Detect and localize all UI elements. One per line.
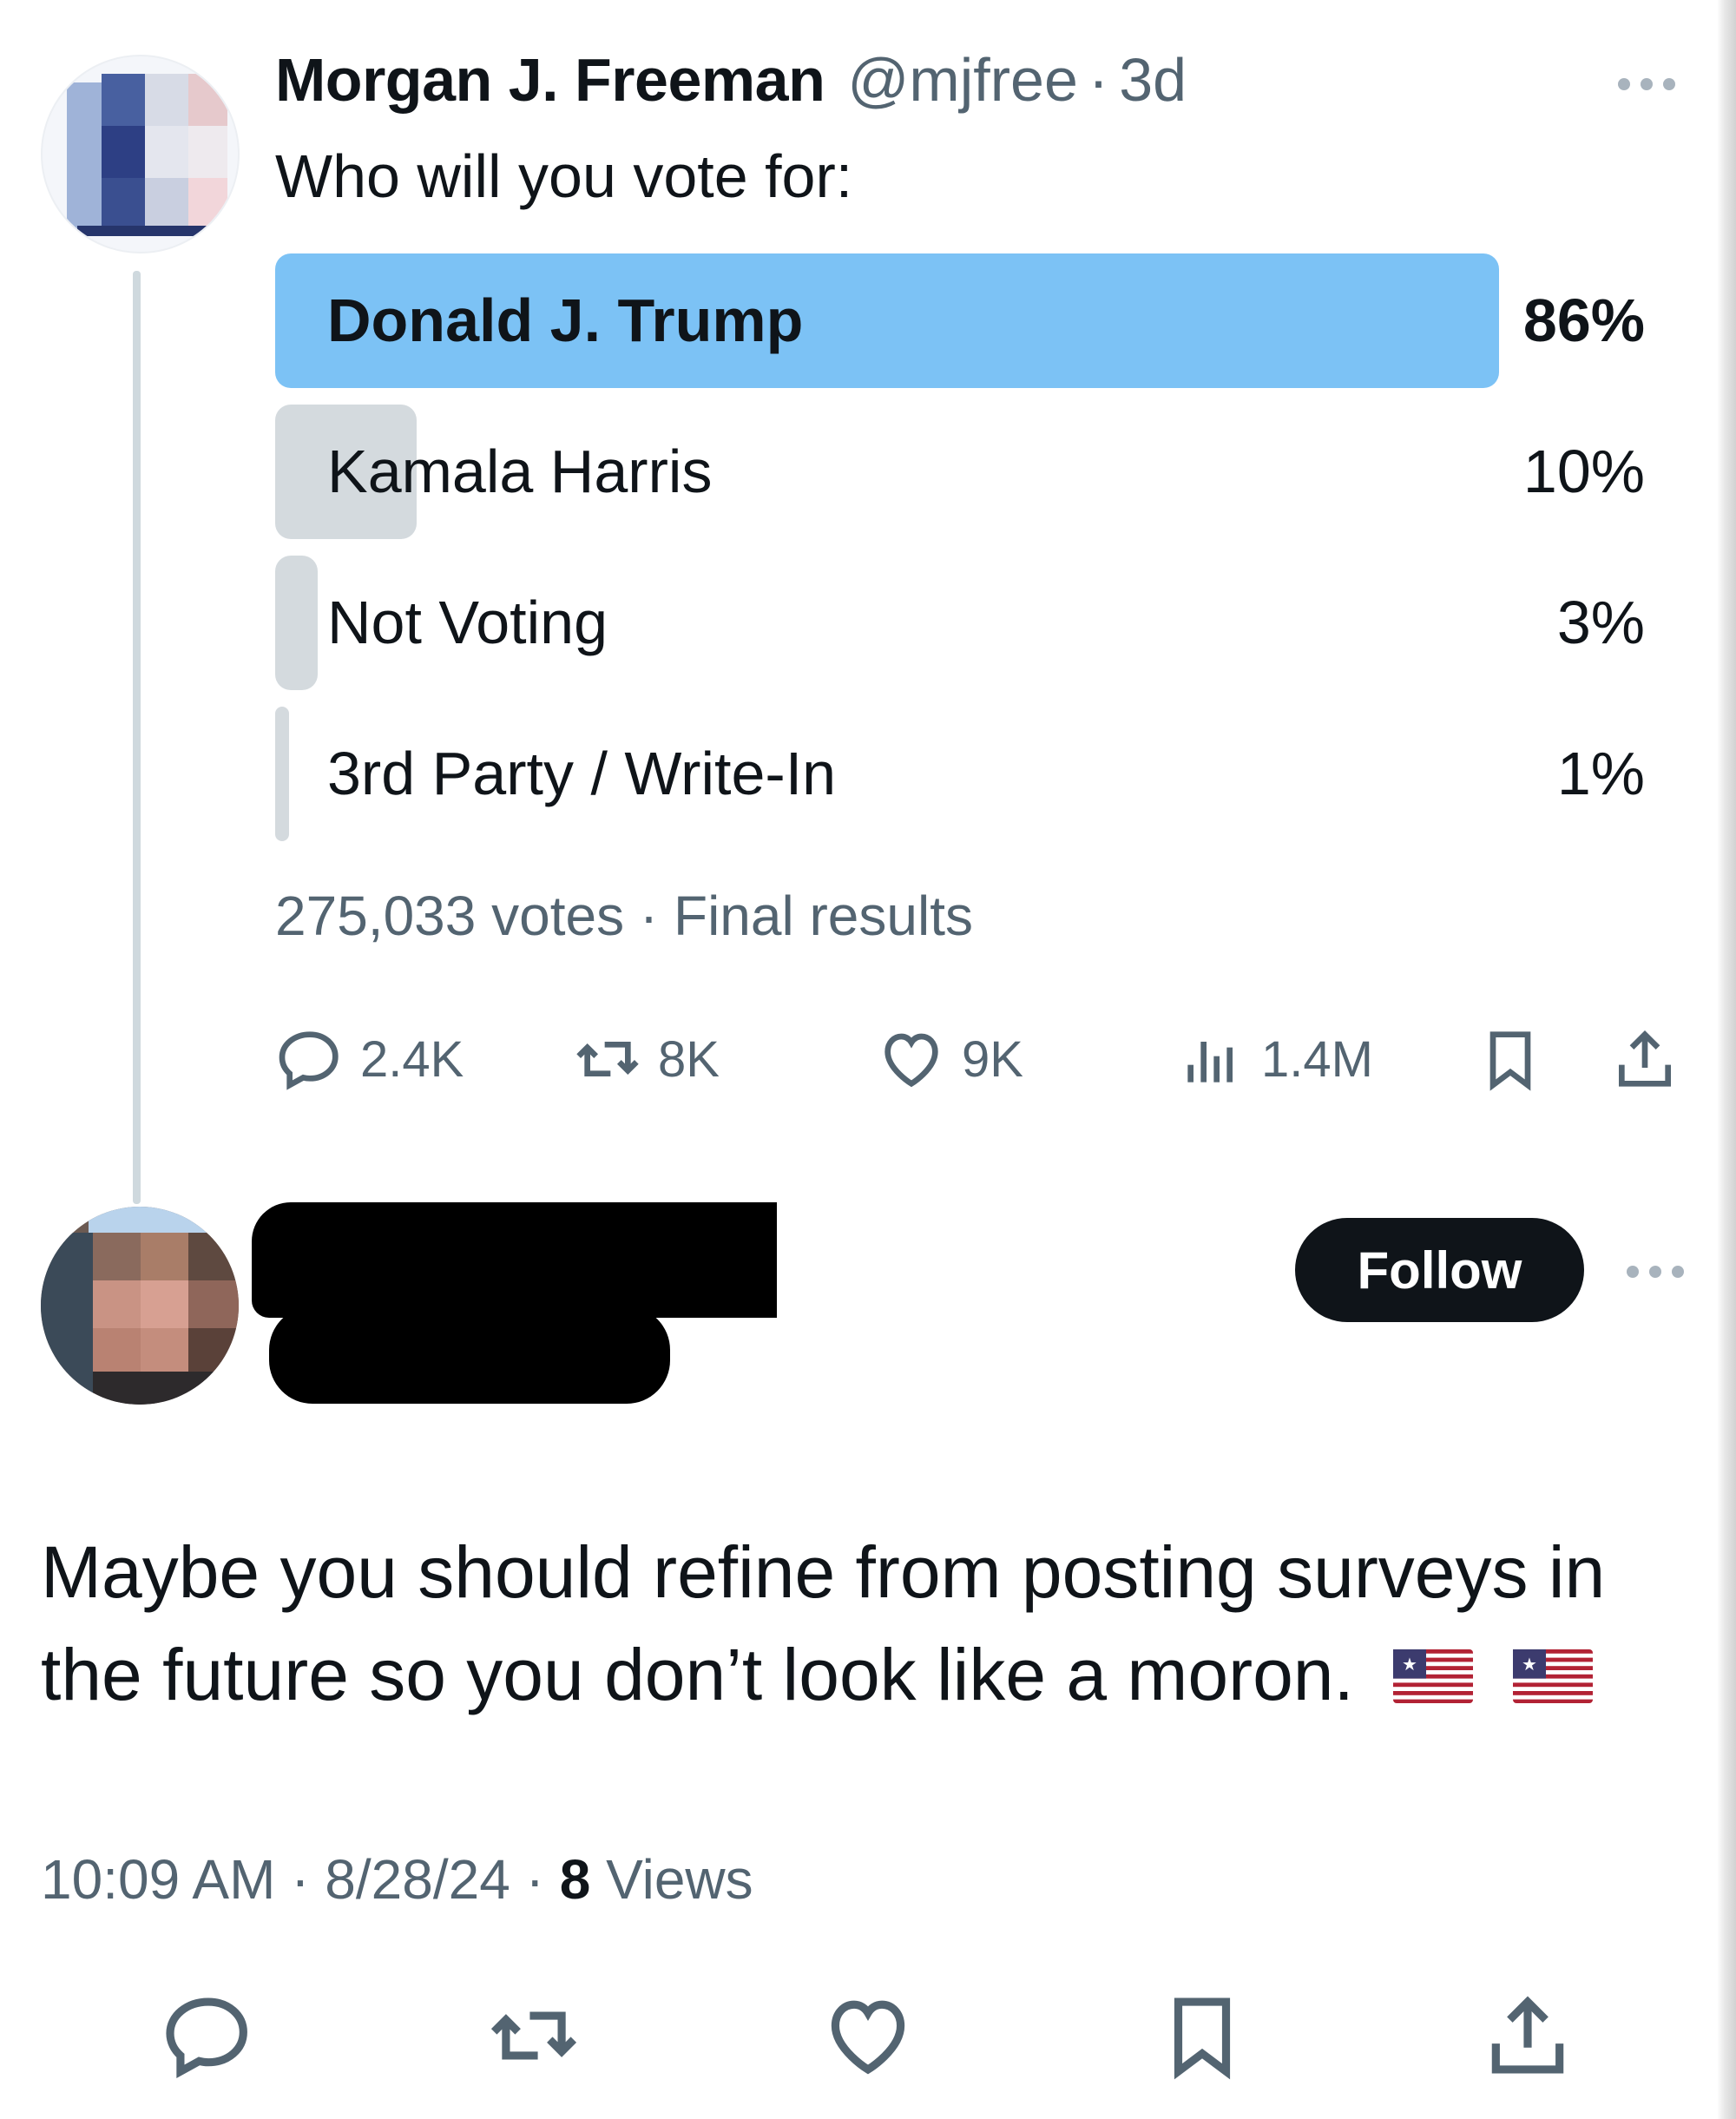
views-action[interactable]: 1.4M (1176, 1020, 1373, 1098)
like-action[interactable]: 9K (877, 1020, 1023, 1098)
repost-icon (490, 2011, 577, 2060)
repost-action[interactable]: 8K (573, 1020, 720, 1098)
reply-icon (166, 1997, 247, 2079)
repost-count: 8K (658, 1030, 720, 1088)
reply-author-avatar[interactable] (41, 1207, 239, 1405)
poll-option-label: Kamala Harris (327, 438, 713, 505)
reply-timestamp-row: 10:09 AM · 8/28/24 · 8 Views (41, 1840, 753, 1918)
bookmark-icon (1489, 1031, 1531, 1091)
reply-text: Maybe you should refine from posting sur… (41, 1521, 1690, 1726)
separator: · (1088, 46, 1109, 114)
poll-option: Not Voting 3% (275, 556, 1645, 690)
poll-summary: 275,033 votes · Final results (275, 877, 973, 955)
poll-option-label: 3rd Party / Write-In (327, 740, 837, 807)
like-count: 9K (962, 1030, 1023, 1088)
redacted-handle (269, 1306, 670, 1404)
svg-text:★: ★ (1522, 1654, 1537, 1675)
share-action[interactable] (1480, 1988, 1575, 2083)
scroll-edge (1717, 0, 1736, 2119)
repost-icon (576, 1042, 639, 1076)
reply-action[interactable] (161, 1988, 256, 2083)
author-avatar[interactable] (41, 55, 240, 253)
view-count: 1.4M (1261, 1030, 1373, 1088)
follow-button[interactable]: Follow (1295, 1218, 1584, 1322)
more-options-icon[interactable] (1614, 63, 1684, 106)
us-flag-emoji: ★ (1393, 1649, 1474, 1703)
poll-bar (275, 707, 289, 841)
reply-date[interactable]: 8/28/24 (325, 1848, 510, 1911)
reply-icon (279, 1031, 339, 1090)
reply-views-count: 8 (559, 1848, 591, 1911)
us-flag-emoji: ★ (1512, 1649, 1593, 1703)
thread-line (133, 271, 141, 1204)
share-action[interactable] (1610, 1020, 1680, 1098)
poll-option: 3rd Party / Write-In 1% (275, 707, 1645, 841)
poll-option-percent: 1% (1556, 740, 1645, 807)
poll-option-label: Not Voting (327, 589, 608, 656)
reply-action[interactable]: 2.4K (275, 1020, 464, 1098)
poll-option-percent: 86% (1522, 286, 1645, 354)
svg-text:★: ★ (1402, 1654, 1417, 1675)
repost-action[interactable] (486, 1988, 582, 2083)
author-display-name[interactable]: Morgan J. Freeman (275, 45, 825, 115)
more-options-icon[interactable] (1623, 1254, 1693, 1289)
redacted-display-name (252, 1202, 777, 1318)
bookmark-action[interactable] (1154, 1988, 1250, 2083)
like-icon (884, 1033, 938, 1088)
poll-option: Kamala Harris 10% (275, 405, 1645, 539)
share-icon (1491, 1996, 1564, 2074)
separator: · (639, 885, 659, 947)
reply-count: 2.4K (360, 1030, 464, 1088)
reply-views-label: Views (606, 1848, 753, 1911)
tweet-text: Who will you vote for: (275, 142, 853, 210)
reply-body: Maybe you should refine from posting sur… (41, 1531, 1606, 1715)
poll-option-label: Donald J. Trump (327, 286, 804, 354)
tweet-header: Morgan J. Freeman @mjfree · 3d (275, 45, 1187, 123)
poll-vote-count: 275,033 votes (275, 885, 625, 947)
share-icon (1619, 1030, 1671, 1087)
bookmark-icon (1174, 1997, 1231, 2080)
author-handle[interactable]: @mjfree (847, 45, 1078, 115)
reply-time[interactable]: 10:09 AM (41, 1848, 275, 1911)
views-icon (1187, 1042, 1233, 1083)
poll-bar (275, 556, 318, 690)
bookmark-action[interactable] (1476, 1020, 1545, 1098)
separator: · (291, 1848, 310, 1911)
poll-option-percent: 3% (1556, 589, 1645, 656)
poll-status: Final results (673, 885, 973, 947)
like-action[interactable] (820, 1988, 916, 2083)
tweet-age[interactable]: 3d (1119, 45, 1187, 115)
separator: · (525, 1848, 544, 1911)
poll-option-percent: 10% (1522, 438, 1645, 505)
like-icon (831, 2000, 905, 2075)
poll-option: Donald J. Trump 86% (275, 253, 1645, 388)
